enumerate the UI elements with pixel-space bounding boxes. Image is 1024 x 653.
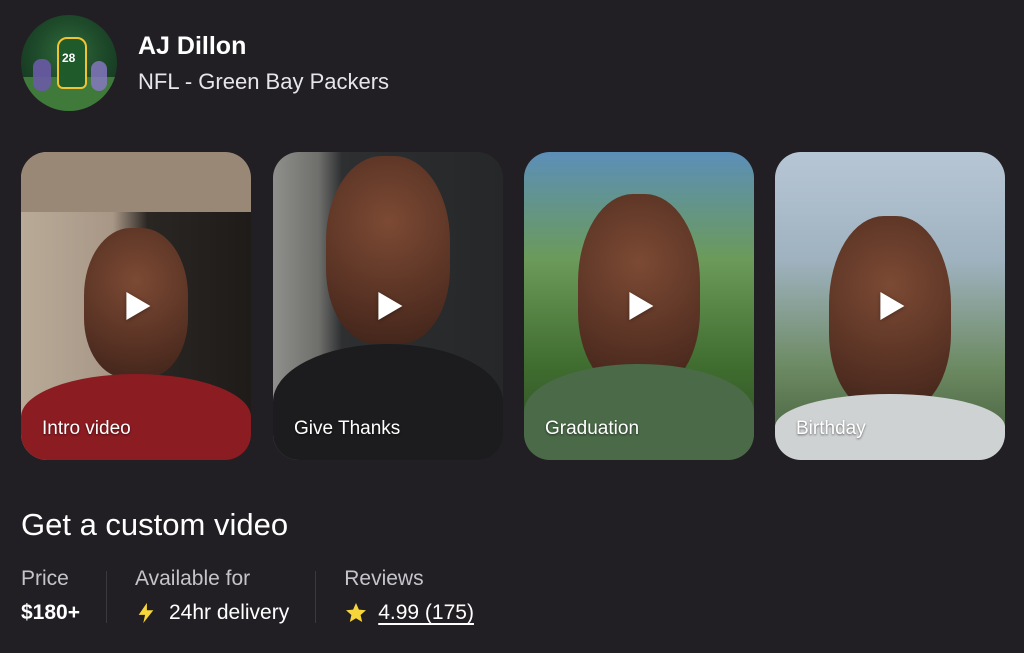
play-icon[interactable] (126, 292, 151, 320)
avatar[interactable]: 28 (21, 15, 117, 111)
star-icon (346, 603, 367, 622)
reviews-label: Reviews (344, 567, 424, 590)
video-carousel: Intro video Give Thanks Graduation Birth… (21, 152, 1006, 460)
availability-value: 24hr delivery (168, 601, 290, 624)
video-thumbnail-shirt (273, 344, 503, 460)
price-value: $180+ (21, 601, 80, 624)
divider (105, 571, 107, 623)
profile-info: AJ Dillon NFL - Green Bay Packers (138, 31, 389, 95)
divider (315, 571, 317, 623)
avatar-jersey-number: 28 (62, 51, 76, 65)
video-card-give-thanks[interactable]: Give Thanks (273, 152, 503, 460)
video-card-label: Give Thanks (294, 418, 401, 439)
reviews-stat: Reviews 4.99 (175) (344, 565, 474, 629)
play-icon[interactable] (378, 292, 403, 320)
video-card-label: Intro video (42, 418, 131, 439)
avatar-opponent (33, 59, 51, 91)
video-card-label: Graduation (545, 418, 640, 439)
availability-label: Available for (134, 567, 251, 590)
reviews-link[interactable]: 4.99 (175) (378, 599, 474, 627)
video-thumbnail-shirt (524, 364, 754, 460)
lightning-bolt-icon (138, 602, 154, 624)
video-thumbnail-shirt (21, 374, 251, 460)
video-thumbnail-ceiling (21, 152, 251, 212)
section-title: Get a custom video (21, 507, 289, 542)
profile-header: 28 AJ Dillon NFL - Green Bay Packers (21, 15, 389, 111)
video-card-label: Birthday (796, 418, 866, 439)
reviews-value-row: 4.99 (175) (344, 599, 474, 627)
booking-stats: Price $180+ Available for 24hr delivery … (21, 565, 474, 629)
avatar-opponent (91, 61, 107, 91)
video-card-birthday[interactable]: Birthday (775, 152, 1005, 460)
availability-value-row: 24hr delivery (135, 599, 289, 627)
play-icon[interactable] (880, 292, 905, 320)
video-card-intro[interactable]: Intro video (21, 152, 251, 460)
availability-stat: Available for 24hr delivery (135, 565, 289, 629)
profile-name: AJ Dillon (138, 32, 247, 60)
play-icon[interactable] (629, 292, 654, 320)
video-card-graduation[interactable]: Graduation (524, 152, 754, 460)
price-label: Price (21, 567, 69, 590)
profile-subtitle: NFL - Green Bay Packers (138, 69, 390, 94)
price-stat: Price $180+ (21, 565, 80, 629)
